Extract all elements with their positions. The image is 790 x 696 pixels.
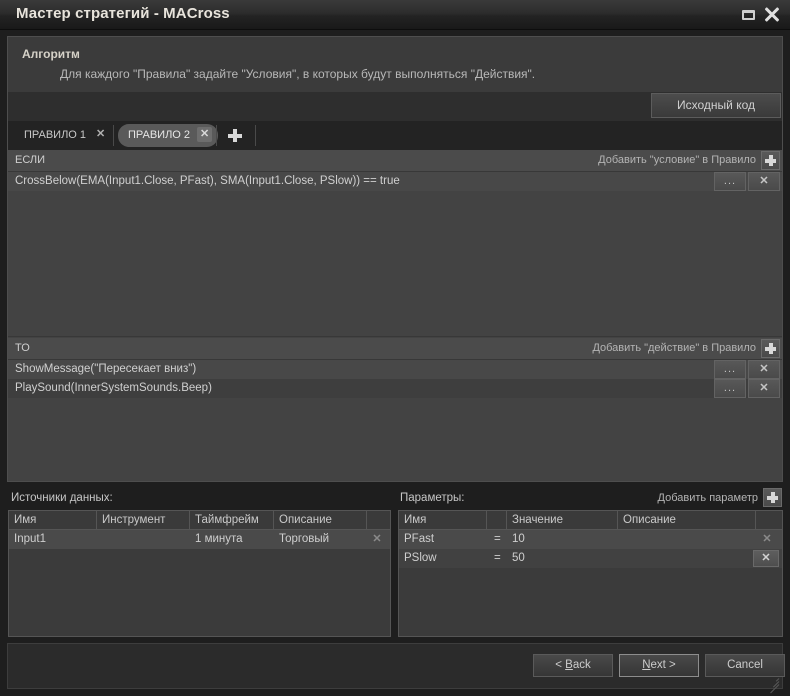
source-code-button[interactable]: Исходный код: [651, 93, 781, 118]
datasource-description: Торговый: [274, 530, 367, 549]
datasource-timeframe: 1 минута: [190, 530, 274, 549]
action-delete-button[interactable]: ✕: [748, 379, 780, 398]
condition-delete-button[interactable]: ✕: [748, 172, 780, 191]
if-section-body: CrossBelow(EMA(Input1.Close, PFast), SMA…: [8, 172, 782, 337]
tab-rule-1-label: ПРАВИЛО 1: [24, 129, 86, 141]
close-icon[interactable]: [764, 7, 780, 23]
footer-bar: < Back Next > Cancel: [7, 643, 783, 689]
table-row[interactable]: PFast = 10 ✕: [399, 530, 782, 549]
parameter-description: [618, 549, 756, 568]
action-edit-button[interactable]: ...: [714, 379, 746, 398]
table-row[interactable]: Input1 1 минута Торговый ✕: [9, 530, 390, 549]
tab-rule-2-close-icon[interactable]: ✕: [197, 127, 212, 142]
algorithm-title: Алгоритм: [22, 47, 80, 61]
datasources-grid: Имя Инструмент Таймфрейм Описание Input1…: [8, 510, 391, 637]
restore-icon[interactable]: [741, 7, 757, 23]
tab-rule-1-close-icon[interactable]: ✕: [93, 127, 108, 142]
strategy-wizard-window: Мастер стратегий - MACross Алгоритм Для …: [0, 0, 790, 696]
table-row[interactable]: PSlow = 50 ✕: [399, 549, 782, 568]
plus-icon: [764, 489, 781, 506]
parameter-name: PSlow: [399, 549, 487, 568]
datasources-col-instrument[interactable]: Инструмент: [97, 511, 190, 529]
then-add-action-label: Добавить "действие" в Правило: [592, 342, 756, 354]
datasource-delete-button[interactable]: ✕: [365, 532, 389, 547]
algorithm-header: Алгоритм Для каждого "Правила" задайте "…: [7, 36, 783, 92]
condition-edit-button[interactable]: ...: [714, 172, 746, 191]
parameters-grid: Имя Значение Описание PFast = 10 ✕ PSlow…: [398, 510, 783, 637]
plus-icon: [225, 126, 245, 145]
parameters-col-description[interactable]: Описание: [618, 511, 756, 529]
plus-icon: [762, 152, 779, 169]
resize-grip[interactable]: [767, 674, 779, 686]
action-text: ShowMessage("Пересекает вниз"): [15, 363, 196, 375]
window-title: Мастер стратегий - MACross: [16, 5, 230, 22]
action-edit-button[interactable]: ...: [714, 360, 746, 379]
tab-rule-2-label: ПРАВИЛО 2: [128, 129, 190, 141]
plus-icon: [762, 340, 779, 357]
datasources-caption: Источники данных:: [11, 492, 113, 504]
then-section-header: ТО Добавить "действие" в Правило: [8, 338, 782, 360]
datasources-col-actions: [367, 511, 390, 529]
tab-rule-1[interactable]: ПРАВИЛО 1 ✕: [14, 124, 114, 147]
then-section-label: ТО: [15, 342, 30, 354]
algorithm-description: Для каждого "Правила" задайте "Условия",…: [60, 67, 535, 81]
add-rule-tab-button[interactable]: [225, 126, 245, 145]
datasources-col-description[interactable]: Описание: [274, 511, 367, 529]
parameters-col-actions: [756, 511, 782, 529]
parameters-add-label: Добавить параметр: [658, 492, 758, 504]
datasources-header-row: Имя Инструмент Таймфрейм Описание: [9, 511, 390, 530]
rule-panel: ЕСЛИ Добавить "условие" в Правило CrossB…: [7, 150, 783, 482]
condition-row[interactable]: CrossBelow(EMA(Input1.Close, PFast), SMA…: [8, 172, 782, 191]
condition-text: CrossBelow(EMA(Input1.Close, PFast), SMA…: [15, 175, 400, 187]
datasource-name: Input1: [9, 530, 97, 549]
parameter-equals: =: [489, 530, 509, 549]
title-bar: Мастер стратегий - MACross: [0, 0, 790, 30]
parameter-description: [618, 530, 756, 549]
source-code-toolbar: Исходный код: [7, 92, 783, 121]
parameters-header-row: Имя Значение Описание: [399, 511, 782, 530]
if-section-label: ЕСЛИ: [15, 154, 45, 166]
if-add-condition-label: Добавить "условие" в Правило: [598, 154, 756, 166]
datasources-col-timeframe[interactable]: Таймфрейм: [190, 511, 274, 529]
datasources-col-name[interactable]: Имя: [9, 511, 97, 529]
parameter-name: PFast: [399, 530, 487, 549]
parameter-equals: =: [489, 549, 509, 568]
if-add-condition-button[interactable]: [761, 151, 780, 170]
parameter-delete-button[interactable]: ✕: [753, 550, 779, 567]
if-section-header: ЕСЛИ Добавить "условие" в Правило: [8, 150, 782, 172]
parameters-col-equals[interactable]: [487, 511, 507, 529]
parameters-col-name[interactable]: Имя: [399, 511, 487, 529]
tab-rule-2[interactable]: ПРАВИЛО 2 ✕: [118, 124, 218, 147]
parameter-delete-button[interactable]: ✕: [755, 532, 779, 547]
parameters-caption: Параметры:: [400, 492, 465, 504]
then-section-body: ShowMessage("Пересекает вниз") ... ✕ Pla…: [8, 360, 782, 460]
action-row[interactable]: PlaySound(InnerSystemSounds.Beep) ... ✕: [8, 379, 782, 398]
add-parameter-button[interactable]: [763, 488, 782, 507]
action-text: PlaySound(InnerSystemSounds.Beep): [15, 382, 212, 394]
then-add-action-button[interactable]: [761, 339, 780, 358]
next-button[interactable]: Next >: [619, 654, 699, 677]
parameters-col-value[interactable]: Значение: [507, 511, 618, 529]
back-button[interactable]: < Back: [533, 654, 613, 677]
parameter-value: 10: [507, 530, 618, 549]
action-row[interactable]: ShowMessage("Пересекает вниз") ... ✕: [8, 360, 782, 379]
parameter-value: 50: [507, 549, 618, 568]
action-delete-button[interactable]: ✕: [748, 360, 780, 379]
datasource-instrument: [97, 530, 190, 549]
rule-tabstrip: ПРАВИЛО 1 ✕ ПРАВИЛО 2 ✕: [7, 121, 783, 150]
